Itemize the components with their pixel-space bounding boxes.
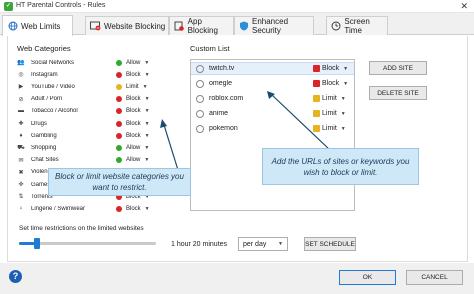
- period-select[interactable]: per day ▼: [238, 237, 288, 251]
- chevron-down-icon: ▼: [278, 241, 283, 247]
- callout-arrows: [160, 91, 331, 171]
- time-limit-value: 1 hour 20 minutes: [171, 241, 228, 248]
- categories-callout: Block or limit website categories you wa…: [48, 168, 191, 196]
- cancel-button[interactable]: CANCEL: [406, 270, 463, 285]
- custom-list-callout: Add the URLs of sites or keywords you wi…: [262, 148, 419, 185]
- time-restriction-label: Set time restrictions on the limited web…: [19, 225, 144, 232]
- ok-button[interactable]: OK: [339, 270, 396, 285]
- help-icon[interactable]: ?: [9, 270, 22, 283]
- dialog-footer: [0, 263, 474, 294]
- period-select-value: per day: [243, 240, 267, 248]
- time-slider-thumb[interactable]: [33, 238, 40, 249]
- set-schedule-button[interactable]: SET SCHEDULE: [304, 237, 356, 251]
